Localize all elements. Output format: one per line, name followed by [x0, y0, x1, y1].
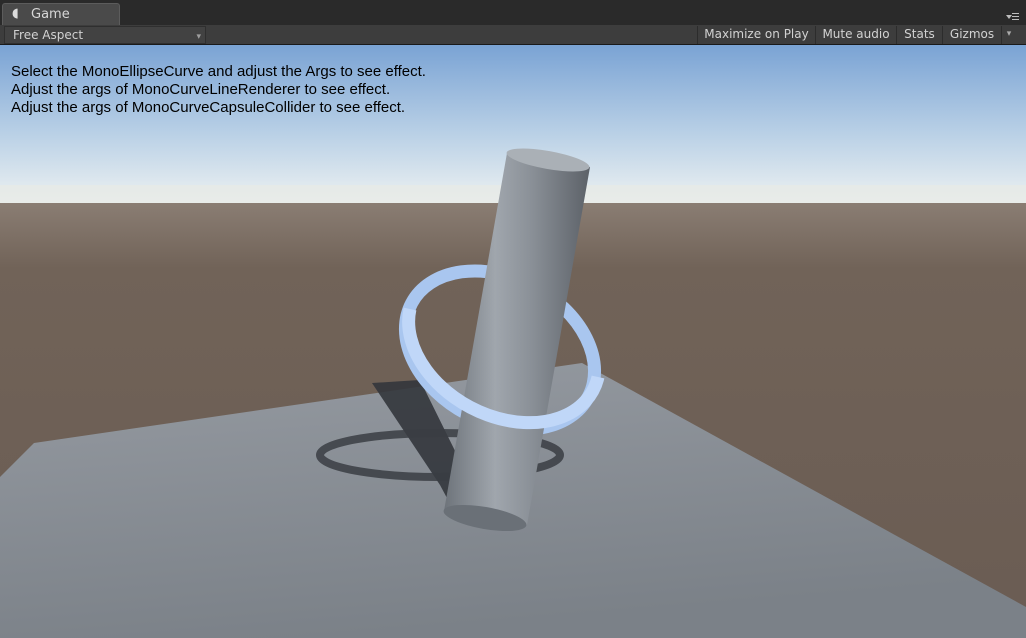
- dropdown-caret-icon: ▾: [196, 32, 201, 42]
- stats-toggle[interactable]: Stats: [896, 26, 942, 44]
- tab-bar: ◖ Game: [0, 0, 1026, 25]
- scene-render: [0, 45, 1026, 638]
- gizmos-toggle[interactable]: Gizmos: [942, 26, 1001, 44]
- tab-game[interactable]: ◖ Game: [2, 3, 120, 25]
- info-text: Select the MonoEllipseCurve and adjust t…: [11, 63, 426, 117]
- maximize-on-play-toggle[interactable]: Maximize on Play: [697, 26, 815, 44]
- tab-game-label: Game: [31, 7, 70, 22]
- mute-audio-toggle[interactable]: Mute audio: [815, 26, 896, 44]
- info-line: Select the MonoEllipseCurve and adjust t…: [11, 63, 426, 80]
- game-viewport[interactable]: Select the MonoEllipseCurve and adjust t…: [0, 45, 1026, 638]
- panel-menu-icon[interactable]: [1006, 12, 1020, 22]
- aspect-dropdown[interactable]: Free Aspect ▾: [4, 26, 206, 44]
- aspect-dropdown-label: Free Aspect: [13, 28, 84, 42]
- info-line: Adjust the args of MonoCurveLineRenderer…: [11, 81, 391, 98]
- unity-game-icon: ◖: [12, 6, 19, 21]
- gizmos-dropdown-icon[interactable]: ▾: [1001, 26, 1016, 44]
- info-line: Adjust the args of MonoCurveCapsuleColli…: [11, 99, 406, 116]
- game-toolbar: Free Aspect ▾ Maximize on Play Mute audi…: [0, 25, 1026, 45]
